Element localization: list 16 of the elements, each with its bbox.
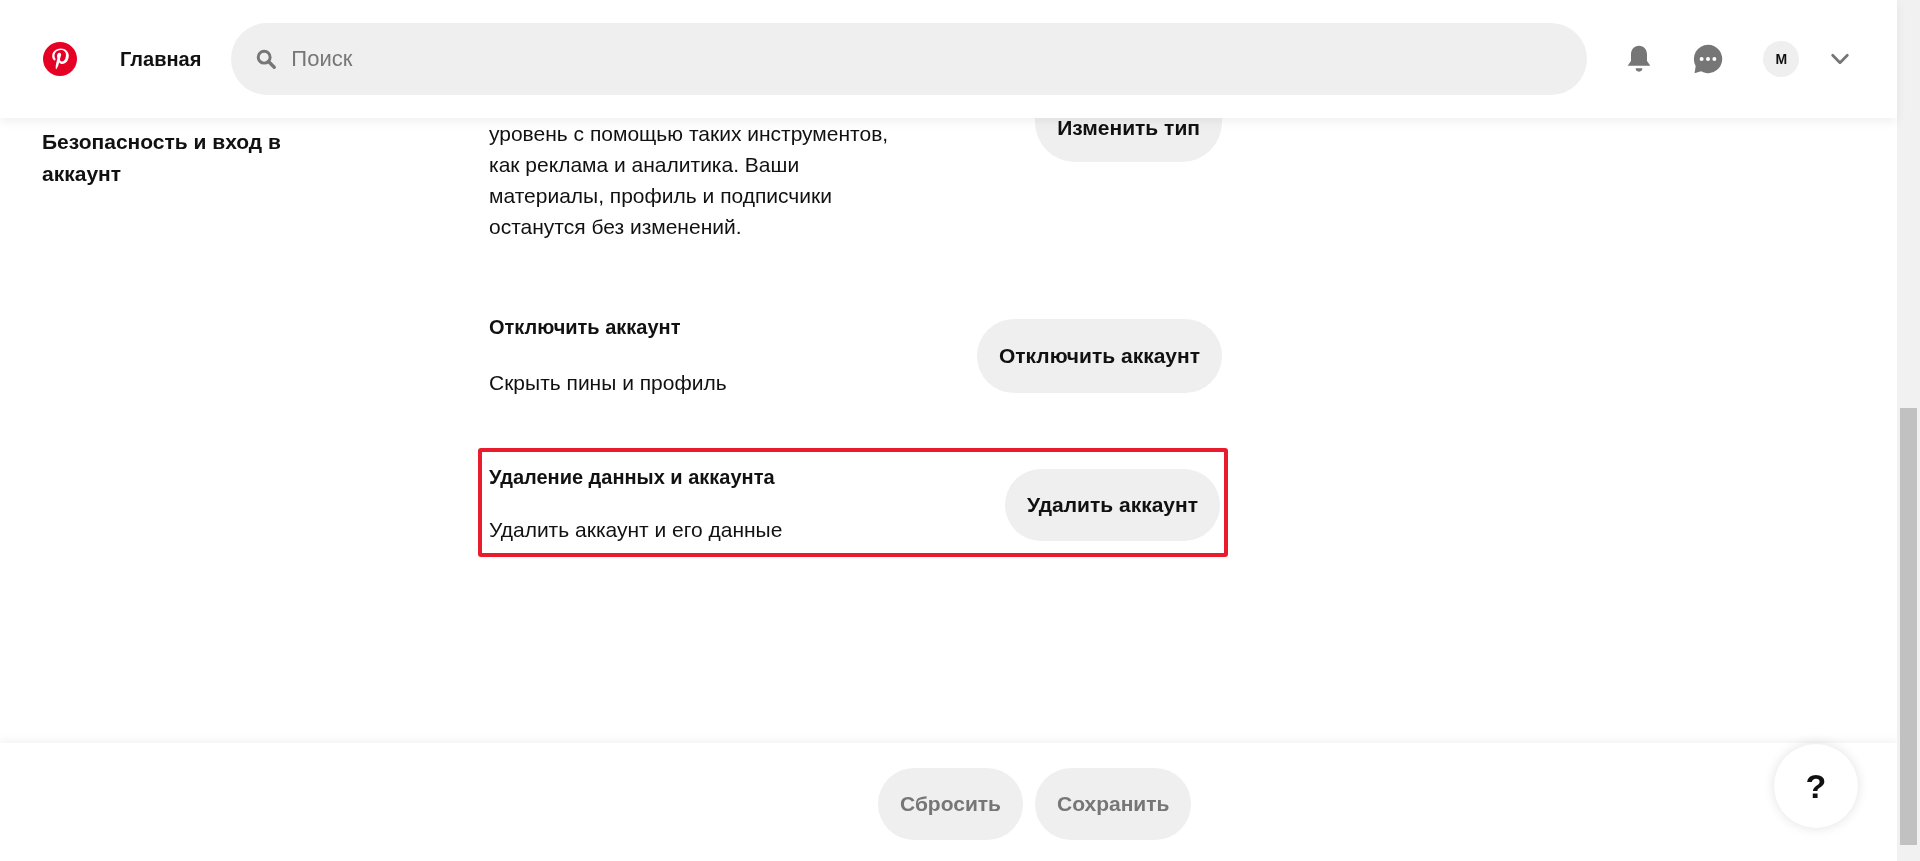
section-description: Скрыть пины и профиль <box>489 370 728 396</box>
sidebar-item[interactable]: Безопасность и вход в аккаунт <box>42 126 342 190</box>
search-field[interactable]: Поиск <box>231 23 1588 95</box>
search-icon <box>255 48 278 70</box>
avatar-button[interactable]: M <box>1763 41 1800 77</box>
section-description: уровень с помощью таких инструментов, как реклама и аналитика. Ваши материалы, профиль и подписчики останутся без изменений. <box>489 121 890 240</box>
action-button[interactable]: Удалить аккаунт <box>1004 468 1220 541</box>
scrollbar[interactable] <box>1897 0 1920 861</box>
section-title: Удаление данных и аккаунта <box>489 465 776 490</box>
section-description: Удалить аккаунт и его данные <box>489 517 784 543</box>
scrollbar-thumb[interactable] <box>1900 408 1917 845</box>
section-title: Отключить аккаунт <box>489 315 682 340</box>
logo-icon[interactable] <box>43 42 77 76</box>
action-button[interactable]: Изменить тип <box>1035 118 1222 162</box>
home-link[interactable]: Главная <box>120 47 202 71</box>
action-button[interactable]: Отключить аккаунт <box>976 319 1222 393</box>
